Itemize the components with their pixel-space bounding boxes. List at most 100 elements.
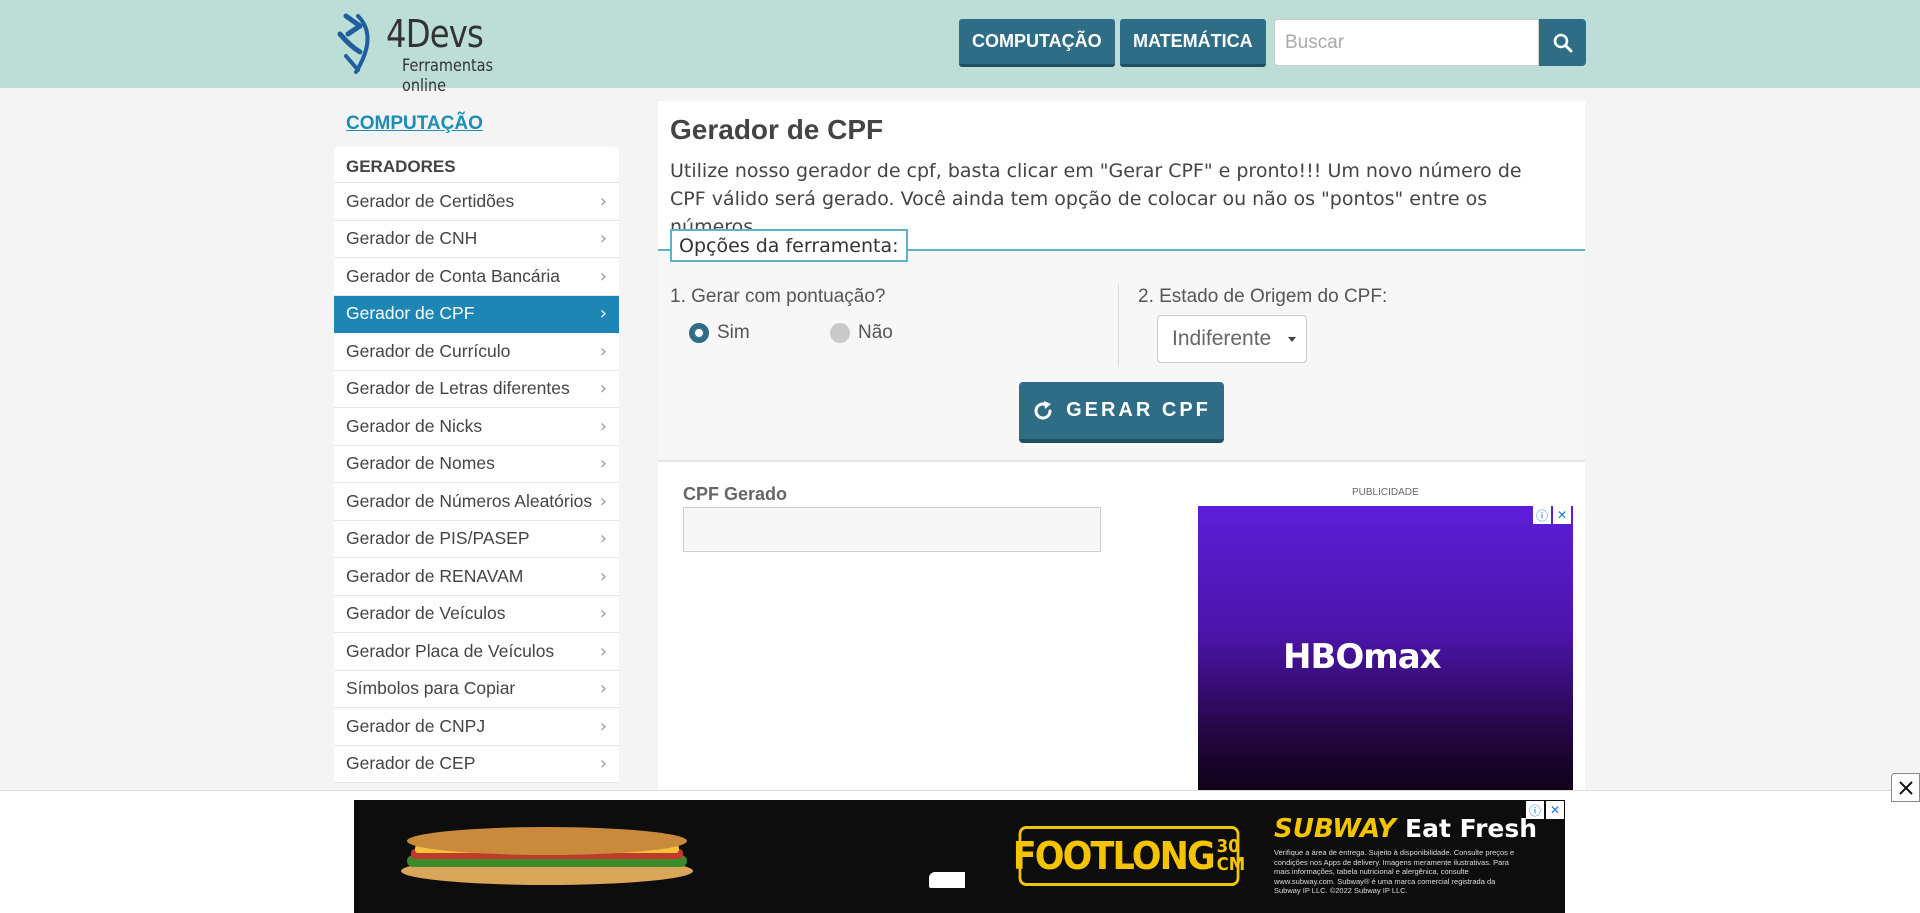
subway-fineprint: Verifique a área de entrega. Sujeito à d… (1274, 848, 1515, 895)
sidebar-item-label: Gerador de Certidões (346, 190, 515, 211)
chevron-right-icon: › (599, 490, 607, 512)
chevron-right-icon: › (599, 303, 607, 325)
result-card: CPF Gerado PUBLICIDADE HBOmax ⓘ ✕ (658, 462, 1585, 796)
radio-label: Não (858, 322, 893, 343)
chevron-right-icon: › (599, 453, 607, 475)
chevron-right-icon: › (599, 678, 607, 700)
sidebar-item-label: Gerador de Letras diferentes (346, 378, 570, 399)
sandwich-image (401, 827, 693, 885)
bottom-ad-close-button[interactable] (1891, 773, 1920, 802)
close-icon (1898, 780, 1913, 795)
sidebar-item[interactable]: Gerador de Números Aleatórios › (334, 483, 619, 521)
state-select-value: Indiferente (1172, 327, 1272, 350)
chevron-right-icon: › (599, 228, 607, 250)
footlong-badge: FOOTLONG 30 CM (1013, 826, 1245, 886)
sidebar-category-link[interactable]: COMPUTAÇÃO (346, 113, 483, 135)
side-ad-banner[interactable]: HBOmax ⓘ ✕ (1198, 506, 1573, 796)
chevron-right-icon: › (599, 528, 607, 550)
sidebar-item[interactable]: Gerador de PIS/PASEP › (334, 521, 619, 558)
sidebar-item[interactable]: Gerador de CNPJ › (334, 708, 619, 746)
punctuation-no-radio[interactable]: Não (830, 322, 893, 344)
sidebar-item-label: Gerador de CEP (346, 753, 476, 774)
sidebar-item[interactable]: Gerador de Nomes › (334, 446, 619, 483)
search-icon (1553, 33, 1572, 52)
generate-cpf-button[interactable]: GERAR CPF (1019, 382, 1224, 443)
nav-computacao-button[interactable]: COMPUTAÇÃO (959, 19, 1115, 67)
refresh-icon (1034, 400, 1052, 419)
sidebar-item-label: Gerador de CNPJ (346, 715, 486, 736)
search-input[interactable] (1274, 19, 1539, 66)
ad-close-icon[interactable]: ✕ (1546, 801, 1564, 819)
chevron-right-icon: › (599, 415, 607, 437)
subway-tagline: Eat Fresh (1405, 814, 1538, 843)
sidebar-item-label: Gerador de Números Aleatórios (346, 490, 593, 511)
sidebar-item-label: Gerador de Nomes (346, 453, 495, 474)
generate-cpf-label: GERAR CPF (1066, 399, 1211, 421)
site-logo[interactable]: 4Devs Ferramentas online (332, 12, 552, 96)
chevron-right-icon: › (599, 190, 607, 212)
sidebar-item-label: Gerador de Conta Bancária (346, 265, 561, 286)
sidebar-section-heading: GERADORES (334, 147, 619, 183)
sidebar-item[interactable]: Gerador de CEP › (334, 746, 619, 783)
footlong-text: FOOTLONG (1012, 834, 1216, 878)
chevron-right-icon: › (599, 565, 607, 587)
chevron-right-icon: › (599, 340, 607, 362)
punctuation-yes-radio[interactable]: Sim (689, 322, 750, 344)
state-select[interactable]: Indiferente (1157, 315, 1307, 363)
chevron-right-icon: › (599, 603, 607, 625)
page-title: Gerador de CPF (670, 114, 884, 145)
sidebar-item-label: Gerador de CPF (346, 303, 475, 324)
sidebar-item[interactable]: Gerador de Currículo › (334, 333, 619, 371)
sidebar-item[interactable]: Símbolos para Copiar › (334, 671, 619, 708)
chevron-right-icon: › (599, 640, 607, 662)
radio-unchecked-icon (830, 323, 850, 343)
sidebar-item[interactable]: Gerador de Letras diferentes › (334, 371, 619, 408)
cpf-result-field[interactable] (683, 507, 1101, 552)
ad-graphic (929, 872, 965, 888)
options-column-divider (1118, 284, 1119, 367)
logo-title: 4Devs (386, 12, 484, 56)
options-legend: Opções da ferramenta: (670, 229, 908, 262)
ad-controls: ⓘ ✕ (1533, 506, 1571, 524)
ad-info-icon[interactable]: ⓘ (1526, 801, 1544, 819)
chevron-right-icon: › (599, 378, 607, 400)
search-button[interactable] (1539, 19, 1586, 66)
logo-icon (337, 13, 370, 74)
caret-down-icon (1288, 337, 1296, 342)
sidebar-item-label: Gerador de PIS/PASEP (346, 528, 530, 549)
sidebar-item-label: Gerador de Currículo (346, 340, 511, 361)
sidebar-item[interactable]: Gerador de CNH › (334, 221, 619, 258)
sidebar-item-label: Gerador de Nicks (346, 415, 483, 436)
ad-close-icon[interactable]: ✕ (1553, 506, 1571, 524)
sidebar-item[interactable]: Gerador de Veículos › (334, 596, 619, 633)
sidebar-item[interactable]: Gerador de Certidões › (334, 183, 619, 221)
sidebar-item[interactable]: Gerador de CPF › (334, 295, 619, 333)
chevron-right-icon: › (599, 753, 607, 775)
footlong-size: 30 CM (1216, 836, 1246, 875)
ad-label: PUBLICIDADE (1352, 487, 1419, 498)
subway-brand: SUBWAY (1274, 814, 1396, 844)
chevron-right-icon: › (599, 715, 607, 737)
chevron-right-icon: › (599, 265, 607, 287)
site-header: 4Devs Ferramentas online COMPUTAÇÃO MATE… (0, 0, 1920, 96)
sidebar-item[interactable]: Gerador de Conta Bancária › (334, 258, 619, 296)
subway-logo: SUBWAY Eat Fresh (1274, 814, 1537, 844)
logo-subtitle: Ferramentas online (402, 56, 494, 96)
sidebar-item[interactable]: Gerador Placa de Veículos › (334, 633, 619, 671)
sidebar-item-label: Gerador de Veículos (346, 603, 506, 624)
ad-info-icon[interactable]: ⓘ (1533, 506, 1551, 524)
tool-card: Gerador de CPF Utilize nosso gerador de … (658, 101, 1585, 462)
sidebar-item-label: Gerador de RENAVAM (346, 565, 524, 586)
sidebar-item[interactable]: Gerador de RENAVAM › (334, 558, 619, 596)
hbomax-wordmark: HBOmax (1283, 639, 1442, 673)
ad-controls: ⓘ ✕ (1526, 801, 1564, 819)
sidebar-item[interactable]: Gerador de Nicks › (334, 408, 619, 446)
punctuation-question: 1. Gerar com pontuação? (670, 286, 886, 307)
sidebar-menu: GERADORES Gerador de Certidões › Gerador d… (334, 147, 619, 783)
subway-ad-banner[interactable]: FOOTLONG 30 CM SUBWAY Eat Fresh Verifique… (354, 800, 1565, 913)
state-question: 2. Estado de Origem do CPF: (1138, 286, 1388, 307)
hbomax-logo: HBOmax (1283, 637, 1448, 682)
sidebar-item-label: Símbolos para Copiar (346, 678, 516, 699)
nav-matematica-button[interactable]: MATEMÁTICA (1120, 19, 1266, 67)
sidebar-item-label: Gerador Placa de Veículos (346, 640, 555, 661)
